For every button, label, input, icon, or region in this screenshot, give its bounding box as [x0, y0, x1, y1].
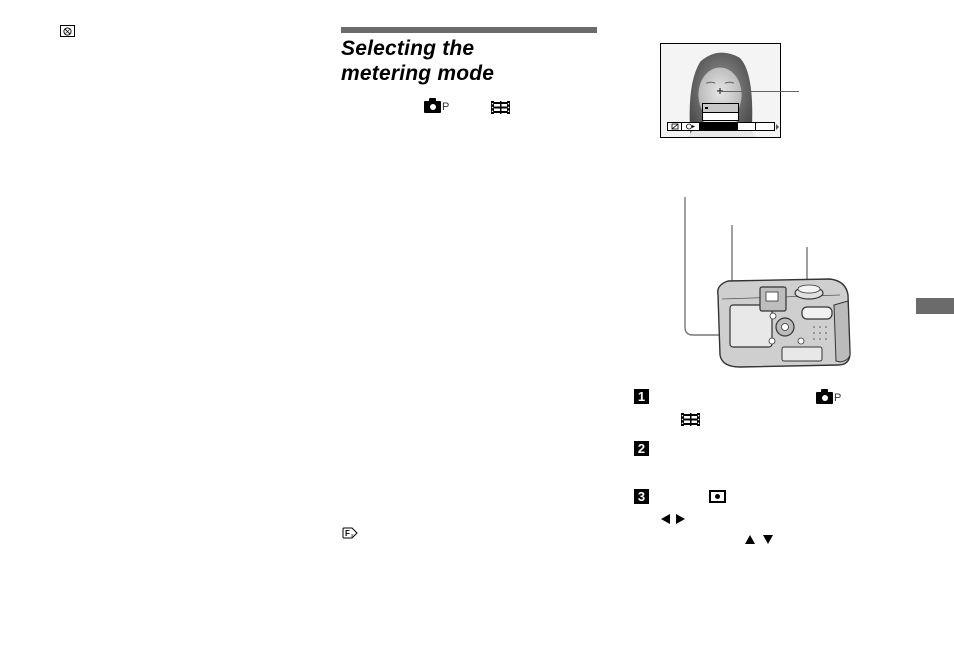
step-number-2: 2 [634, 441, 649, 456]
spot-dot [715, 494, 720, 499]
camera-illustration [684, 197, 851, 368]
step-number-3: 3 [634, 489, 649, 504]
lcd-menu-cell-exposure [668, 123, 682, 130]
movie-film-icon [681, 413, 700, 431]
spot-metering-glyph [63, 26, 72, 36]
lcd-menu-cell-selected [700, 123, 738, 130]
camera-icon [816, 389, 833, 404]
camera-icon [424, 98, 441, 113]
step-number-1: 1 [634, 389, 649, 404]
lcd-menu-scroll-arrow-icon [776, 124, 779, 130]
left-arrow-icon [661, 514, 670, 524]
crosshair-callout-line [719, 91, 799, 92]
page-title-line-1: Selecting the [341, 37, 475, 60]
camera-program-mode-icon: P [816, 389, 842, 404]
down-arrow-icon [763, 535, 773, 544]
lcd-menu-cell-metering [682, 123, 700, 130]
metering-menu-popup [702, 103, 739, 121]
program-mode-letter: P [834, 392, 842, 404]
spot-metering-icon [60, 25, 75, 37]
movie-film-icon [491, 101, 510, 119]
film-strip-icon [681, 413, 700, 426]
lcd-menu-bar [667, 122, 775, 131]
film-strip-icon [491, 101, 510, 114]
up-arrow-icon [745, 535, 755, 544]
program-mode-letter: P [442, 101, 450, 113]
lcd-menu-cell [738, 123, 756, 130]
selection-marker [705, 107, 708, 109]
metering-menu-selected-item [703, 104, 738, 113]
camera-button-a [768, 337, 776, 345]
right-arrow-icon [676, 514, 685, 524]
spot-metering-icon [709, 490, 726, 503]
camera-program-mode-icon: P [424, 98, 450, 113]
section-thumb-tab [916, 298, 954, 314]
lcd-menu-cell [756, 123, 774, 130]
fs-function-icon: F s [342, 527, 358, 539]
page-title-line-2: metering mode [341, 62, 495, 85]
page-title: Selecting the metering mode [341, 36, 601, 86]
camera-flash [801, 306, 833, 320]
section-title-bar [341, 27, 597, 33]
svg-text:F: F [345, 529, 350, 538]
